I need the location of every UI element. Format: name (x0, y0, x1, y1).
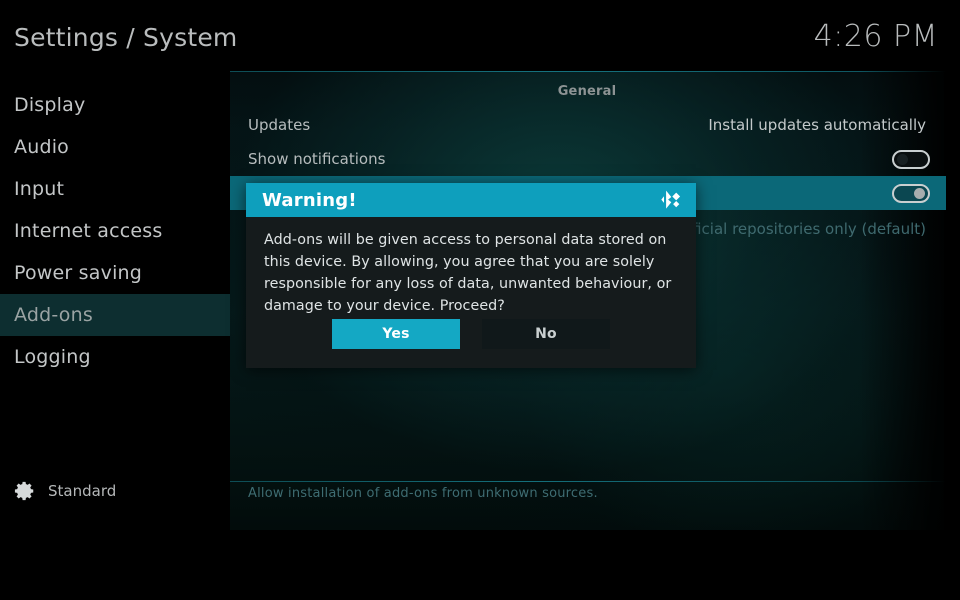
setting-value: Official repositories only (default) (675, 220, 926, 238)
setting-value: Install updates automatically (708, 116, 926, 134)
sidebar-item-logging[interactable]: Logging (0, 336, 230, 378)
profile-label: Standard (48, 482, 117, 500)
setting-label: Show notifications (248, 150, 386, 168)
sidebar-item-power-saving[interactable]: Power saving (0, 252, 230, 294)
sidebar-item-add-ons[interactable]: Add-ons (0, 294, 230, 336)
help-text: Allow installation of add-ons from unkno… (248, 486, 598, 501)
dialog-body: Add-ons will be given access to personal… (246, 217, 696, 317)
sidebar-item-label: Input (14, 178, 65, 200)
toggle-knob (914, 187, 925, 199)
dialog-title: Warning! (262, 189, 357, 211)
header-divider (230, 71, 946, 72)
header-bar: Settings / System 4:26 PM (0, 0, 960, 72)
sidebar-item-audio[interactable]: Audio (0, 126, 230, 168)
clock: 4:26 PM (813, 19, 938, 54)
dialog-actions: Yes No (246, 319, 696, 349)
sidebar-item-input[interactable]: Input (0, 168, 230, 210)
warning-dialog: Warning! Add-ons will be given access to… (246, 183, 696, 368)
dialog-message: Add-ons will be given access to personal… (264, 232, 672, 314)
setting-row-updates[interactable]: Updates Install updates automatically (230, 108, 946, 142)
profile-selector[interactable]: Standard (14, 480, 116, 502)
sidebar-item-label: Display (14, 94, 86, 116)
gear-icon (14, 480, 36, 502)
setting-label: Updates (248, 116, 311, 134)
toggle-knob (897, 153, 908, 165)
sidebar-item-label: Audio (14, 136, 70, 158)
sidebar-item-label: Add-ons (14, 304, 93, 326)
sidebar: Display Audio Input Internet access Powe… (0, 72, 230, 600)
yes-button[interactable]: Yes (332, 319, 460, 349)
help-divider (230, 481, 946, 482)
section-title: General (557, 84, 617, 99)
show-notifications-toggle[interactable] (892, 149, 930, 169)
unknown-sources-toggle[interactable] (892, 183, 930, 203)
page-title: Settings / System (14, 23, 238, 52)
bottom-bar (230, 530, 960, 600)
sidebar-item-label: Power saving (14, 262, 143, 284)
sidebar-item-label: Logging (14, 346, 91, 368)
no-button[interactable]: No (482, 319, 610, 349)
sidebar-item-label: Internet access (14, 220, 163, 242)
sidebar-item-internet-access[interactable]: Internet access (0, 210, 230, 252)
setting-row-show-notifications[interactable]: Show notifications (230, 142, 946, 176)
dialog-header: Warning! (246, 183, 696, 217)
sidebar-item-display[interactable]: Display (0, 84, 230, 126)
kodi-settings-screen: Settings / System 4:26 PM Display Audio … (0, 0, 960, 600)
kodi-logo-icon (660, 189, 684, 211)
